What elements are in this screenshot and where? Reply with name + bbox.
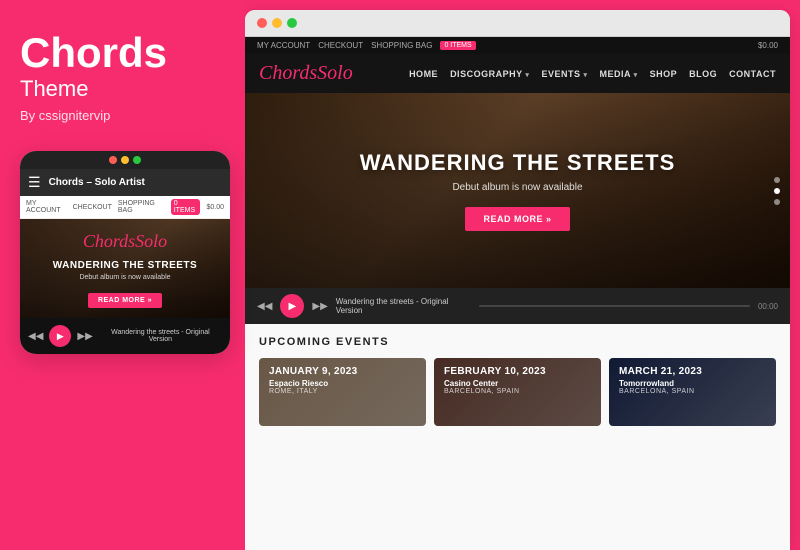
theme-by: By cssignitervip	[20, 108, 225, 123]
mobile-player: ◀◀ ▶ ▶▶ Wandering the streets - Original…	[20, 318, 230, 354]
site-audio-player: ◀◀ ▶ ▶▶ Wandering the streets - Original…	[245, 288, 790, 324]
mobile-play-button[interactable]: ▶	[49, 325, 71, 347]
site-logo: ChordsSolo	[259, 62, 353, 85]
mobile-read-more-button[interactable]: READ MORE »	[88, 293, 162, 308]
mobile-my-account[interactable]: MY ACCOUNT	[26, 200, 67, 214]
browser-dot-maximize[interactable]	[287, 18, 297, 28]
mobile-checkout[interactable]: CHECKOUT	[73, 204, 112, 211]
event-location-3: BARCELONA, SPAIN	[619, 388, 766, 395]
browser-chrome	[245, 10, 790, 37]
event-date-2: FEBRUARY 10, 2023	[444, 366, 591, 377]
theme-title: Chords	[20, 30, 225, 76]
nav-discography[interactable]: DISCOGRAPHY ▾	[450, 69, 529, 79]
event-date-1: JANUARY 9, 2023	[269, 366, 416, 377]
mobile-top-bar	[20, 151, 230, 169]
mobile-logo-highlight: Solo	[135, 231, 167, 251]
hero-slide-dots	[774, 177, 780, 205]
nav-shop[interactable]: SHOP	[650, 69, 678, 79]
event-venue-1: Espacio Riesco	[269, 379, 416, 388]
mobile-logo-text: Chords	[83, 231, 135, 251]
audio-play-button[interactable]: ▶	[280, 294, 304, 318]
event-venue-2: Casino Center	[444, 379, 591, 388]
mobile-shopping-bag[interactable]: SHOPPING BAG	[118, 200, 165, 214]
hero-dot-2[interactable]	[774, 188, 780, 194]
audio-next-button[interactable]: ▶▶	[312, 301, 327, 312]
nav-media[interactable]: MEDIA ▾	[599, 69, 637, 79]
nav-events[interactable]: EVENTS ▾	[541, 69, 587, 79]
mobile-logo: ChordsSolo	[30, 231, 220, 252]
site-nav: ChordsSolo HOME DISCOGRAPHY ▾ EVENTS ▾ M…	[245, 54, 790, 93]
event-location-2: BARCELONA, SPAIN	[444, 388, 591, 395]
browser-window-controls	[257, 18, 297, 28]
mobile-dot-yellow	[121, 156, 129, 164]
topbar-price: $0.00	[758, 41, 778, 50]
right-panel: MY ACCOUNT CHECKOUT SHOPPING BAG 0 ITEMS…	[245, 10, 790, 550]
site-topbar-right: $0.00	[758, 41, 778, 50]
left-panel: Chords Theme By cssignitervip ☰ Chords –…	[0, 0, 245, 550]
hero-dot-3[interactable]	[774, 199, 780, 205]
mobile-price: $0.00	[206, 204, 224, 211]
topbar-checkout[interactable]: CHECKOUT	[318, 41, 363, 50]
events-section-title: UPCOMING EVENTS	[259, 336, 776, 348]
mobile-dot-red	[109, 156, 117, 164]
mobile-next-button[interactable]: ▶▶	[77, 331, 92, 342]
mobile-cart-badge: 0 ITEMS	[171, 199, 201, 215]
site-nav-links: HOME DISCOGRAPHY ▾ EVENTS ▾ MEDIA ▾ SHOP…	[409, 69, 776, 79]
mobile-title-bar: ☰ Chords – Solo Artist	[20, 169, 230, 196]
nav-home[interactable]: HOME	[409, 69, 438, 79]
events-grid: JANUARY 9, 2023 Espacio RiescoROME, ITALY…	[259, 358, 776, 426]
events-section: UPCOMING EVENTS JANUARY 9, 2023 Espacio R…	[245, 324, 790, 550]
event-date-3: MARCH 21, 2023	[619, 366, 766, 377]
event-card-2[interactable]: FEBRUARY 10, 2023 Casino CenterBARCELONA,…	[434, 358, 601, 426]
audio-prev-button[interactable]: ◀◀	[257, 301, 272, 312]
mobile-dot-green	[133, 156, 141, 164]
audio-time: 00:00	[758, 302, 778, 311]
hero-dot-1[interactable]	[774, 177, 780, 183]
mobile-hero-title: WANDERING THE STREETS	[30, 260, 220, 271]
mobile-site-title: Chords – Solo Artist	[49, 177, 145, 188]
site-logo-highlight: Solo	[317, 62, 353, 84]
event-venue-3: Tomorrowland	[619, 379, 766, 388]
mobile-mockup: ☰ Chords – Solo Artist MY ACCOUNT CHECKO…	[20, 151, 230, 354]
browser-dot-minimize[interactable]	[272, 18, 282, 28]
site-topbar-left: MY ACCOUNT CHECKOUT SHOPPING BAG 0 ITEMS	[257, 41, 476, 50]
hero-subtitle: Debut album is now available	[452, 182, 582, 193]
mobile-account-bar: MY ACCOUNT CHECKOUT SHOPPING BAG 0 ITEMS…	[20, 196, 230, 219]
topbar-cart-badge: 0 ITEMS	[440, 41, 475, 50]
site-logo-text: Chords	[259, 62, 317, 84]
event-card-3[interactable]: MARCH 21, 2023 TomorrowlandBARCELONA, SPA…	[609, 358, 776, 426]
mobile-prev-button[interactable]: ◀◀	[28, 331, 43, 342]
audio-progress-bar[interactable]	[479, 305, 750, 307]
site-hero: WANDERING THE STREETS Debut album is now…	[245, 93, 790, 288]
mobile-hero-sub: Debut album is now available	[30, 274, 220, 281]
hamburger-icon[interactable]: ☰	[28, 174, 41, 191]
theme-subtitle: Theme	[20, 76, 225, 102]
nav-contact[interactable]: CONTACT	[729, 69, 776, 79]
site-topbar: MY ACCOUNT CHECKOUT SHOPPING BAG 0 ITEMS…	[245, 37, 790, 54]
topbar-my-account[interactable]: MY ACCOUNT	[257, 41, 310, 50]
topbar-shopping-bag[interactable]: SHOPPING BAG	[371, 41, 432, 50]
hero-title: WANDERING THE STREETS	[360, 150, 676, 176]
event-location-1: ROME, ITALY	[269, 388, 416, 395]
hero-read-more-button[interactable]: READ MORE »	[465, 207, 569, 231]
event-card-1[interactable]: JANUARY 9, 2023 Espacio RiescoROME, ITALY	[259, 358, 426, 426]
audio-track-name: Wandering the streets - Original Version	[336, 297, 471, 315]
mobile-track-name: Wandering the streets - Original Version	[99, 329, 222, 343]
browser-dot-close[interactable]	[257, 18, 267, 28]
mobile-hero: ChordsSolo WANDERING THE STREETS Debut a…	[20, 219, 230, 318]
nav-blog[interactable]: BLOG	[689, 69, 717, 79]
browser-content: MY ACCOUNT CHECKOUT SHOPPING BAG 0 ITEMS…	[245, 37, 790, 550]
